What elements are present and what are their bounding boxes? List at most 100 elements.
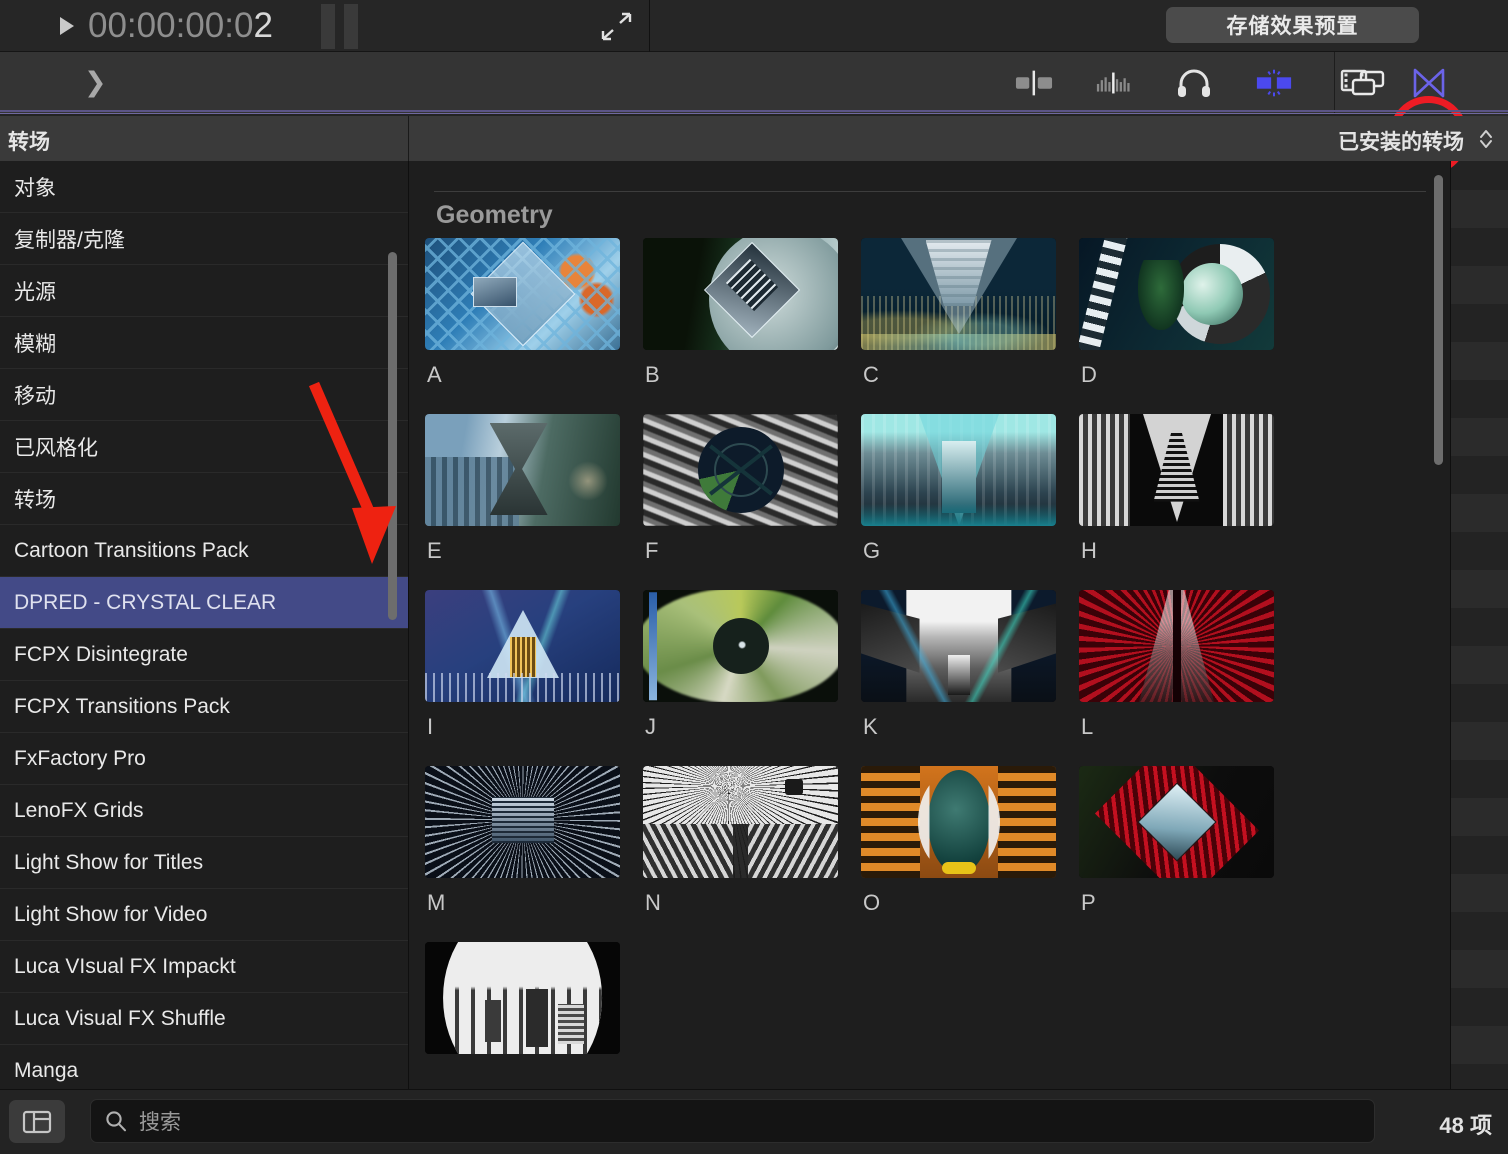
thumbnail-skyscraper-starburst[interactable]	[425, 766, 620, 878]
transitions-browser-icon[interactable]	[1015, 68, 1053, 98]
transition-cell-F[interactable]: F	[643, 414, 861, 564]
transition-label: D	[1081, 362, 1097, 387]
sidebar-item-label: DPRED - CRYSTAL CLEAR	[14, 590, 277, 614]
content-right-edge	[1450, 161, 1451, 1089]
thumbnail-crowd-circle-x[interactable]	[643, 414, 838, 526]
thumbnail-green-lens-circle[interactable]	[643, 590, 838, 702]
transitions-bowtie-icon[interactable]	[1412, 67, 1446, 99]
sidebar-item-14[interactable]: Light Show for Video	[0, 889, 408, 941]
transition-cell-G[interactable]: G	[861, 414, 1079, 564]
fcpx-transitions-browser: 00:00:00:02 存储效果预置 ❯ 转场 已安装的转场 对象 复制器/克隆…	[0, 0, 1508, 1154]
sidebar-layout-icon[interactable]	[9, 1100, 65, 1143]
transition-label: I	[427, 714, 434, 739]
transition-label: H	[1081, 538, 1097, 563]
group-title: Geometry	[436, 201, 553, 229]
transition-cell-E[interactable]: E	[425, 414, 643, 564]
transition-label: C	[863, 362, 879, 387]
sidebar-item-1[interactable]: 复制器/克隆	[0, 213, 408, 265]
transition-label: K	[863, 714, 878, 739]
transition-cell-L[interactable]: L	[1079, 590, 1297, 740]
expand-fullscreen-icon[interactable]	[600, 12, 632, 42]
play-triangle-icon[interactable]	[60, 17, 74, 35]
sidebar-item-16[interactable]: Luca Visual FX Shuffle	[0, 993, 408, 1045]
sidebar-item-label: 光源	[14, 280, 56, 304]
sidebar-item-15[interactable]: Luca VIsual FX Impackt	[0, 941, 408, 993]
toolbar-right-icon-group	[1350, 52, 1446, 113]
thumbnail-city-night-triangle[interactable]	[861, 238, 1056, 350]
thumbnail-row: I J K L	[425, 590, 1435, 740]
transition-cell-I[interactable]: I	[425, 590, 643, 740]
window-layout-icon[interactable]	[1350, 69, 1386, 97]
transition-cell-A[interactable]: A	[425, 238, 643, 388]
thumbnail-bw-city-circle[interactable]	[425, 942, 620, 1054]
sidebar-scrollbar-thumb[interactable]	[388, 252, 397, 620]
chevron-right-icon[interactable]: ❯	[84, 69, 107, 96]
transitions-category-sidebar[interactable]: 对象 复制器/克隆光源模糊移动 已风格化转场 Cartoon Transitions …	[0, 161, 408, 1089]
transition-cell-partial[interactable]	[425, 942, 643, 1054]
sidebar-item-label: Luca VIsual FX Impackt	[14, 954, 236, 978]
thumbnail-cityscape-hourglass[interactable]	[425, 414, 620, 526]
browser-bottom-bar: 搜索 48 项	[0, 1089, 1508, 1154]
sidebar-item-label: 转场	[14, 488, 56, 512]
sort-chevron-icon[interactable]	[1476, 125, 1496, 153]
sidebar-item-17[interactable]: Manga	[0, 1045, 408, 1089]
sidebar-item-7[interactable]: Cartoon Transitions Pack	[0, 525, 408, 577]
sidebar-item-5[interactable]: 已风格化	[0, 421, 408, 473]
thumbnail-nature-circle-ring[interactable]	[1079, 238, 1274, 350]
thumbnail-teal-tunnel-kaleidoscope[interactable]	[861, 414, 1056, 526]
thumbnail-red-crystal-diamond[interactable]	[1079, 766, 1274, 878]
thumbnail-orange-globe-split[interactable]	[861, 766, 1056, 878]
effects-browser-icon[interactable]	[1255, 68, 1293, 98]
transition-cell-M[interactable]: M	[425, 766, 643, 916]
transitions-content-panel: Geometry A B C D E F G H I J K L M N O P	[409, 161, 1450, 1089]
sidebar-item-10[interactable]: FCPX Transitions Pack	[0, 681, 408, 733]
thumbnail-bw-tunnel-kaleidoscope[interactable]	[1079, 414, 1274, 526]
sidebar-item-3[interactable]: 模糊	[0, 317, 408, 369]
sidebar-item-12[interactable]: LenoFX Grids	[0, 785, 408, 837]
audio-meters-icon[interactable]	[1095, 68, 1133, 98]
sidebar-item-label: Luca Visual FX Shuffle	[14, 1006, 226, 1030]
sidebar-item-2[interactable]: 光源	[0, 265, 408, 317]
transition-cell-O[interactable]: O	[861, 766, 1079, 916]
sidebar-item-0[interactable]: 对象	[0, 161, 408, 213]
thumbnail-blue-stage-triangle[interactable]	[425, 590, 620, 702]
sidebar-item-label: Cartoon Transitions Pack	[14, 538, 249, 562]
transition-cell-D[interactable]: D	[1079, 238, 1297, 388]
transitions-thumbnail-grid[interactable]: A B C D E F G H I J K L M N O P	[425, 238, 1435, 1080]
thumbnail-bw-bridge-cables[interactable]	[643, 766, 838, 878]
thumbnail-bw-street-mirror[interactable]	[861, 590, 1056, 702]
headphones-icon[interactable]	[1175, 68, 1213, 98]
thumbnail-red-tunnel-mirror[interactable]	[1079, 590, 1274, 702]
transition-cell-H[interactable]: H	[1079, 414, 1297, 564]
search-placeholder: 搜索	[139, 1111, 181, 1134]
sidebar-item-11[interactable]: FxFactory Pro	[0, 733, 408, 785]
timecode-last-digit: 2	[253, 6, 273, 45]
pause-bars-icon	[320, 3, 358, 49]
sidebar-item-label: 模糊	[14, 332, 56, 356]
sidebar-item-label: FCPX Disintegrate	[14, 642, 188, 666]
sidebar-item-8[interactable]: DPRED - CRYSTAL CLEAR	[0, 577, 408, 629]
transition-cell-N[interactable]: N	[643, 766, 861, 916]
thumbnail-chainlink-fence-diamond[interactable]	[425, 238, 620, 350]
transition-cell-K[interactable]: K	[861, 590, 1079, 740]
transition-cell-P[interactable]: P	[1079, 766, 1297, 916]
content-scrollbar-thumb[interactable]	[1434, 175, 1443, 465]
sidebar-item-9[interactable]: FCPX Disintegrate	[0, 629, 408, 681]
sidebar-item-4[interactable]: 移动	[0, 369, 408, 421]
viewer-top-bar: 00:00:00:02 存储效果预置	[0, 0, 1508, 52]
topbar-divider	[649, 0, 650, 52]
transition-cell-J[interactable]: J	[643, 590, 861, 740]
timecode-text: 00:00:00:0	[88, 6, 254, 45]
save-effect-preset-button[interactable]: 存储效果预置	[1166, 7, 1419, 43]
transition-label: E	[427, 538, 442, 563]
thumbnail-row: A B C D	[425, 238, 1435, 388]
thumbnail-row: E F G H	[425, 414, 1435, 564]
transition-cell-B[interactable]: B	[643, 238, 861, 388]
transition-cell-C[interactable]: C	[861, 238, 1079, 388]
sidebar-item-6[interactable]: 转场	[0, 473, 408, 525]
search-input[interactable]: 搜索	[90, 1099, 1375, 1143]
installed-transitions-label[interactable]: 已安装的转场	[1338, 126, 1464, 156]
sidebar-item-13[interactable]: Light Show for Titles	[0, 837, 408, 889]
thumbnail-aerial-road-diamond[interactable]	[643, 238, 838, 350]
viewer-timecode: 00:00:00:02	[88, 6, 273, 46]
